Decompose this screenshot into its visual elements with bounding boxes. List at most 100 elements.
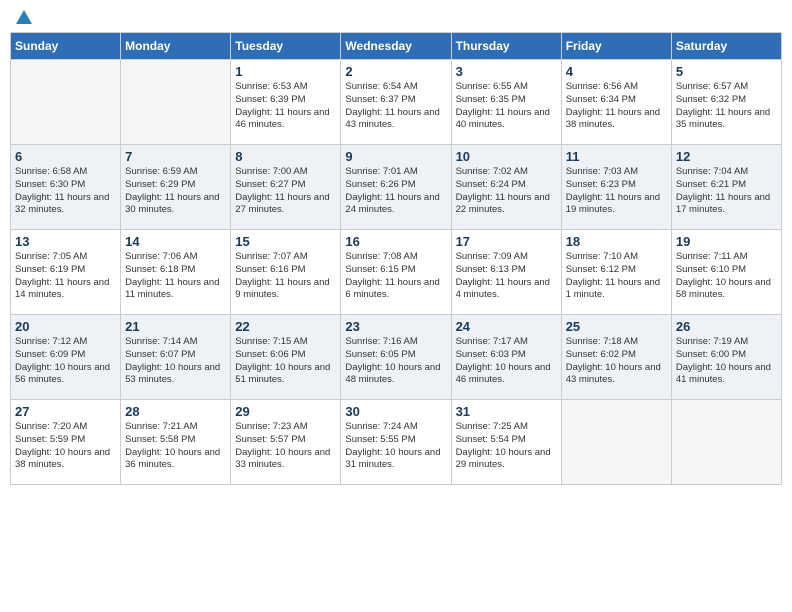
logo-triangle-icon <box>16 10 32 24</box>
cell-content: Sunrise: 7:10 AM Sunset: 6:12 PM Dayligh… <box>566 251 667 302</box>
cell-content: Sunrise: 7:08 AM Sunset: 6:15 PM Dayligh… <box>345 251 446 302</box>
cell-content: Sunrise: 6:59 AM Sunset: 6:29 PM Dayligh… <box>125 166 226 217</box>
calendar-cell: 17 Sunrise: 7:09 AM Sunset: 6:13 PM Dayli… <box>451 230 561 315</box>
week-row-4: 27 Sunrise: 7:20 AM Sunset: 5:59 PM Dayli… <box>11 400 782 485</box>
day-number: 11 <box>566 149 667 164</box>
calendar-cell: 3Sunrise: 6:55 AM Sunset: 6:35 PM Daylig… <box>451 60 561 145</box>
cell-content: Sunrise: 7:24 AM Sunset: 5:55 PM Dayligh… <box>345 421 446 472</box>
calendar-cell: 30 Sunrise: 7:24 AM Sunset: 5:55 PM Dayli… <box>341 400 451 485</box>
cell-content: Sunrise: 7:11 AM Sunset: 6:10 PM Dayligh… <box>676 251 777 302</box>
day-number: 27 <box>15 404 116 419</box>
week-row-1: 6 Sunrise: 6:58 AM Sunset: 6:30 PM Daylig… <box>11 145 782 230</box>
header-day-monday: Monday <box>121 33 231 60</box>
calendar-cell: 31 Sunrise: 7:25 AM Sunset: 5:54 PM Dayli… <box>451 400 561 485</box>
day-number: 24 <box>456 319 557 334</box>
day-number: 4 <box>566 64 667 79</box>
calendar-body: 1Sunrise: 6:53 AM Sunset: 6:39 PM Daylig… <box>11 60 782 485</box>
day-number: 16 <box>345 234 446 249</box>
week-row-0: 1Sunrise: 6:53 AM Sunset: 6:39 PM Daylig… <box>11 60 782 145</box>
calendar-cell: 22 Sunrise: 7:15 AM Sunset: 6:06 PM Dayli… <box>231 315 341 400</box>
calendar-cell: 14 Sunrise: 7:06 AM Sunset: 6:18 PM Dayli… <box>121 230 231 315</box>
calendar-cell: 20Sunrise: 7:12 AM Sunset: 6:09 PM Dayli… <box>11 315 121 400</box>
day-number: 28 <box>125 404 226 419</box>
cell-content: Sunrise: 7:03 AM Sunset: 6:23 PM Dayligh… <box>566 166 667 217</box>
cell-content: Sunrise: 7:20 AM Sunset: 5:59 PM Dayligh… <box>15 421 116 472</box>
cell-content: Sunrise: 6:54 AM Sunset: 6:37 PM Dayligh… <box>345 81 446 132</box>
cell-content: Sunrise: 7:04 AM Sunset: 6:21 PM Dayligh… <box>676 166 777 217</box>
day-number: 2 <box>345 64 446 79</box>
cell-content: Sunrise: 7:23 AM Sunset: 5:57 PM Dayligh… <box>235 421 336 472</box>
calendar-header: SundayMondayTuesdayWednesdayThursdayFrid… <box>11 33 782 60</box>
day-number: 8 <box>235 149 336 164</box>
calendar-cell <box>121 60 231 145</box>
header-day-wednesday: Wednesday <box>341 33 451 60</box>
calendar-cell: 24 Sunrise: 7:17 AM Sunset: 6:03 PM Dayli… <box>451 315 561 400</box>
calendar-cell: 28 Sunrise: 7:21 AM Sunset: 5:58 PM Dayli… <box>121 400 231 485</box>
header-day-tuesday: Tuesday <box>231 33 341 60</box>
day-number: 29 <box>235 404 336 419</box>
cell-content: Sunrise: 7:25 AM Sunset: 5:54 PM Dayligh… <box>456 421 557 472</box>
day-number: 23 <box>345 319 446 334</box>
day-number: 7 <box>125 149 226 164</box>
day-number: 18 <box>566 234 667 249</box>
logo <box>14 10 32 24</box>
page-header <box>10 10 782 24</box>
day-number: 13 <box>15 234 116 249</box>
cell-content: Sunrise: 7:00 AM Sunset: 6:27 PM Dayligh… <box>235 166 336 217</box>
calendar-cell: 6 Sunrise: 6:58 AM Sunset: 6:30 PM Daylig… <box>11 145 121 230</box>
cell-content: Sunrise: 7:07 AM Sunset: 6:16 PM Dayligh… <box>235 251 336 302</box>
header-day-sunday: Sunday <box>11 33 121 60</box>
day-number: 26 <box>676 319 777 334</box>
cell-content: Sunrise: 7:09 AM Sunset: 6:13 PM Dayligh… <box>456 251 557 302</box>
day-number: 6 <box>15 149 116 164</box>
day-number: 1 <box>235 64 336 79</box>
cell-content: Sunrise: 7:15 AM Sunset: 6:06 PM Dayligh… <box>235 336 336 387</box>
calendar-cell: 26 Sunrise: 7:19 AM Sunset: 6:00 PM Dayli… <box>671 315 781 400</box>
calendar-cell: 21Sunrise: 7:14 AM Sunset: 6:07 PM Dayli… <box>121 315 231 400</box>
calendar-cell: 12 Sunrise: 7:04 AM Sunset: 6:21 PM Dayli… <box>671 145 781 230</box>
calendar-cell <box>11 60 121 145</box>
calendar-cell: 23 Sunrise: 7:16 AM Sunset: 6:05 PM Dayli… <box>341 315 451 400</box>
header-row: SundayMondayTuesdayWednesdayThursdayFrid… <box>11 33 782 60</box>
calendar-cell: 27 Sunrise: 7:20 AM Sunset: 5:59 PM Dayli… <box>11 400 121 485</box>
cell-content: Sunrise: 7:17 AM Sunset: 6:03 PM Dayligh… <box>456 336 557 387</box>
cell-content: Sunrise: 7:21 AM Sunset: 5:58 PM Dayligh… <box>125 421 226 472</box>
calendar-cell: 29 Sunrise: 7:23 AM Sunset: 5:57 PM Dayli… <box>231 400 341 485</box>
calendar-cell <box>561 400 671 485</box>
cell-content: Sunrise: 7:01 AM Sunset: 6:26 PM Dayligh… <box>345 166 446 217</box>
cell-content: Sunrise: 7:19 AM Sunset: 6:00 PM Dayligh… <box>676 336 777 387</box>
calendar-cell: 7 Sunrise: 6:59 AM Sunset: 6:29 PM Daylig… <box>121 145 231 230</box>
cell-content: Sunrise: 7:16 AM Sunset: 6:05 PM Dayligh… <box>345 336 446 387</box>
day-number: 19 <box>676 234 777 249</box>
calendar-cell: 5 Sunrise: 6:57 AM Sunset: 6:32 PM Daylig… <box>671 60 781 145</box>
cell-content: Sunrise: 6:57 AM Sunset: 6:32 PM Dayligh… <box>676 81 777 132</box>
cell-content: Sunrise: 6:58 AM Sunset: 6:30 PM Dayligh… <box>15 166 116 217</box>
calendar-table: SundayMondayTuesdayWednesdayThursdayFrid… <box>10 32 782 485</box>
cell-content: Sunrise: 7:05 AM Sunset: 6:19 PM Dayligh… <box>15 251 116 302</box>
calendar-cell: 2 Sunrise: 6:54 AM Sunset: 6:37 PM Daylig… <box>341 60 451 145</box>
day-number: 25 <box>566 319 667 334</box>
header-day-thursday: Thursday <box>451 33 561 60</box>
day-number: 20 <box>15 319 116 334</box>
calendar-cell: 1Sunrise: 6:53 AM Sunset: 6:39 PM Daylig… <box>231 60 341 145</box>
day-number: 30 <box>345 404 446 419</box>
week-row-2: 13 Sunrise: 7:05 AM Sunset: 6:19 PM Dayli… <box>11 230 782 315</box>
calendar-cell <box>671 400 781 485</box>
header-day-saturday: Saturday <box>671 33 781 60</box>
calendar-cell: 10Sunrise: 7:02 AM Sunset: 6:24 PM Dayli… <box>451 145 561 230</box>
day-number: 22 <box>235 319 336 334</box>
calendar-cell: 4Sunrise: 6:56 AM Sunset: 6:34 PM Daylig… <box>561 60 671 145</box>
week-row-3: 20Sunrise: 7:12 AM Sunset: 6:09 PM Dayli… <box>11 315 782 400</box>
day-number: 9 <box>345 149 446 164</box>
day-number: 5 <box>676 64 777 79</box>
cell-content: Sunrise: 7:06 AM Sunset: 6:18 PM Dayligh… <box>125 251 226 302</box>
day-number: 12 <box>676 149 777 164</box>
day-number: 17 <box>456 234 557 249</box>
calendar-cell: 8 Sunrise: 7:00 AM Sunset: 6:27 PM Daylig… <box>231 145 341 230</box>
day-number: 10 <box>456 149 557 164</box>
cell-content: Sunrise: 7:14 AM Sunset: 6:07 PM Dayligh… <box>125 336 226 387</box>
calendar-cell: 15Sunrise: 7:07 AM Sunset: 6:16 PM Dayli… <box>231 230 341 315</box>
day-number: 14 <box>125 234 226 249</box>
day-number: 3 <box>456 64 557 79</box>
day-number: 31 <box>456 404 557 419</box>
